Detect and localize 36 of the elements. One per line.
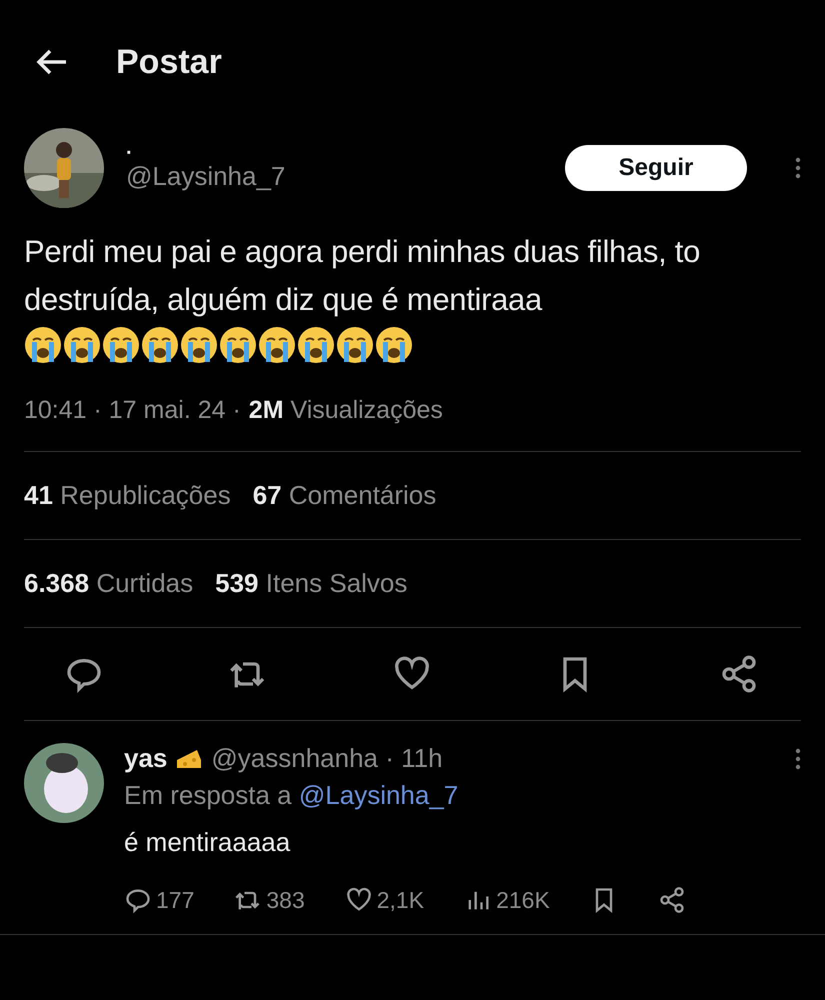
- crying-face-icon: [336, 326, 374, 364]
- user-handle: @yassnhanha · 11h: [211, 743, 443, 774]
- crying-face-icon: [219, 326, 257, 364]
- display-name: yas: [124, 743, 168, 774]
- back-arrow-icon[interactable]: [36, 48, 68, 76]
- user-handle: @Laysinha_7: [126, 160, 286, 192]
- crying-face-icon: [375, 326, 413, 364]
- crying-face-icon: [180, 326, 218, 364]
- stat-link[interactable]: 41 Republicações: [24, 480, 231, 511]
- display-name: ·: [126, 144, 134, 160]
- view-count: 2M Visualizações: [248, 396, 443, 425]
- crying-face-icon: [297, 326, 335, 364]
- action-count: 177: [156, 886, 194, 914]
- follow-button[interactable]: Seguir: [565, 145, 747, 191]
- crying-face-icon: [24, 326, 62, 364]
- share-icon[interactable]: [658, 886, 686, 914]
- more-icon[interactable]: [795, 157, 801, 179]
- cheese-icon: [175, 748, 204, 770]
- page-title: Postar: [116, 42, 222, 82]
- stat-link[interactable]: 6.368 Curtidas: [24, 568, 194, 599]
- post-timestamp: 10:41 · 17 mai. 24 ·: [24, 396, 241, 425]
- crying-face-icon: [141, 326, 179, 364]
- crying-face-icon: [63, 326, 101, 364]
- post-text: Perdi meu pai e agora perdi minhas duas filhas, to destruída, alguém diz que é mentiraaa: [24, 234, 700, 317]
- stat-link[interactable]: 539 Itens Salvos: [215, 568, 408, 599]
- action-count: 383: [266, 886, 305, 914]
- crying-face-icon: [258, 326, 296, 364]
- stat-link[interactable]: 67 Comentários: [252, 480, 436, 511]
- action-count: 2,1K: [376, 886, 424, 914]
- crying-face-icon: [102, 326, 140, 364]
- reply-context: Em resposta a @Laysinha_7: [124, 780, 458, 810]
- mention-link[interactable]: @Laysinha_7: [298, 780, 458, 810]
- more-icon[interactable]: [795, 748, 801, 770]
- action-count: 216K: [496, 886, 550, 914]
- reply-text: é mentiraaaaa: [124, 827, 292, 858]
- avatar[interactable]: [24, 743, 104, 823]
